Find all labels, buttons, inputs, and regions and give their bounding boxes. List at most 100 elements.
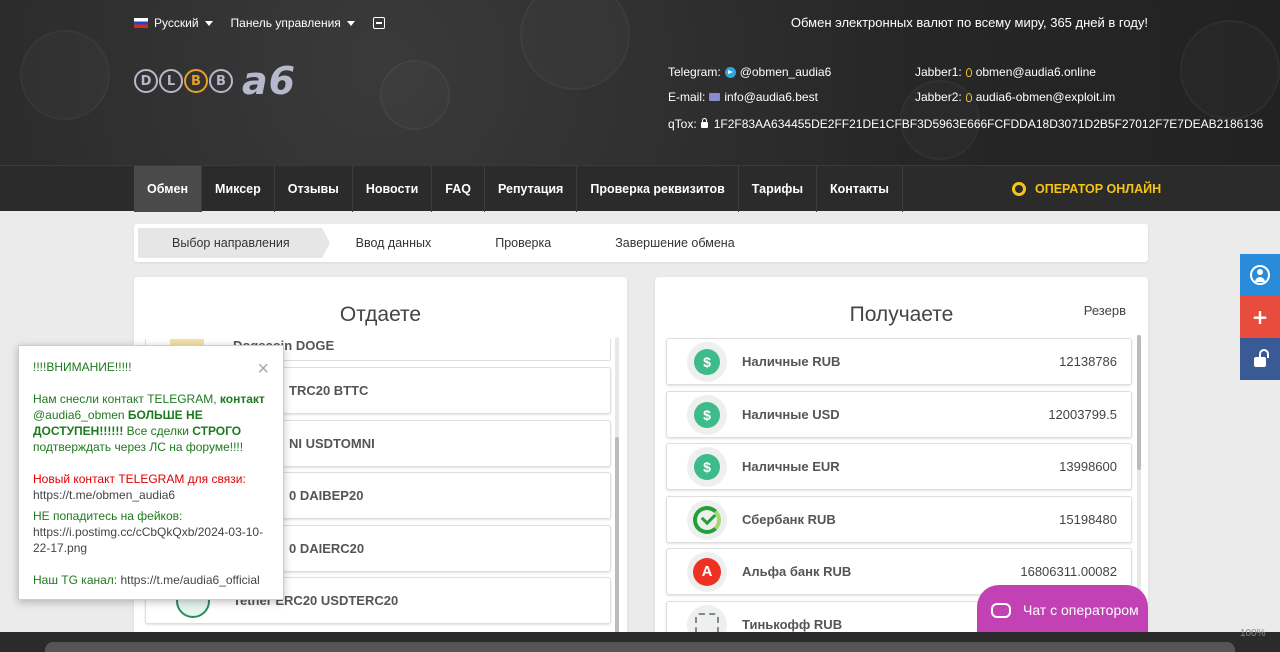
channel-link[interactable]: https://t.me/audia6_official xyxy=(120,573,259,587)
logo-text: a6 xyxy=(242,59,297,103)
site-slogan: Обмен электронных валют по всему миру, 3… xyxy=(790,15,1148,30)
close-icon[interactable]: × xyxy=(257,359,269,379)
add-user-icon: + xyxy=(1251,305,1269,329)
site-header: Русский Панель управления Обмен электрон… xyxy=(0,0,1280,165)
give-item-label: 0 DAIERC20 xyxy=(289,541,365,556)
fake-warning-link[interactable]: https://i.postimg.cc/cCbQkQxb/2024-03-10… xyxy=(33,524,269,556)
telegram-contact: Telegram: @obmen_audia6 xyxy=(668,65,831,79)
step-choose-direction[interactable]: Выбор направления xyxy=(138,228,330,258)
user-icon xyxy=(1250,265,1270,285)
nav-item-mixer[interactable]: Миксер xyxy=(202,166,275,212)
telegram-label: Telegram: xyxy=(668,65,721,79)
qtox-value[interactable]: 1F2F83AA634455DE2FF21DE1CFBF3D5963E666FC… xyxy=(714,117,1264,131)
step-enter-data[interactable]: Ввод данных xyxy=(324,228,464,258)
nav-item-tariffs[interactable]: Тарифы xyxy=(739,166,818,212)
money-icon: $ xyxy=(694,453,720,480)
nav-item-faq[interactable]: FAQ xyxy=(432,166,485,212)
give-scroll-thumb[interactable] xyxy=(615,437,619,637)
site-logo[interactable]: D L B B a6 xyxy=(134,62,296,100)
channel-label: Наш TG канал: xyxy=(33,573,121,587)
lightbulb-icon xyxy=(965,67,972,77)
taskbar-dock xyxy=(45,642,1235,652)
unlock-icon xyxy=(1254,357,1266,367)
register-button[interactable]: + xyxy=(1240,296,1280,338)
give-item-label: 0 DAIBEP20 xyxy=(289,488,364,503)
jabber1-label: Jabber1: xyxy=(915,65,962,79)
get-item[interactable]: $ Наличные EUR 13998600 xyxy=(666,443,1132,490)
email-value[interactable]: info@audia6.best xyxy=(724,90,818,104)
get-item-label: Тинькофф RUB xyxy=(742,617,843,632)
give-item-label: NI USDTOMNI xyxy=(289,436,375,451)
nav-item-news[interactable]: Новости xyxy=(353,166,433,212)
get-item-label: Сбербанк RUB xyxy=(742,512,836,527)
channel-line: Наш TG канал: https://t.me/audia6_offici… xyxy=(33,572,269,588)
nav-item-contacts[interactable]: Контакты xyxy=(817,166,903,212)
qtox-contact: qTox: 1F2F83AA634455DE2FF21DE1CFBF3D5963… xyxy=(668,117,1263,131)
money-icon: $ xyxy=(694,401,720,428)
nav-item-verify-details[interactable]: Проверка реквизитов xyxy=(577,166,739,212)
top-bar: Русский Панель управления xyxy=(134,12,403,34)
jabber2-value[interactable]: audia6-obmen@exploit.im xyxy=(976,90,1116,104)
money-icon: $ xyxy=(694,348,720,375)
get-title: Получаете xyxy=(849,303,954,326)
chat-bubble-icon xyxy=(991,602,1011,618)
new-contact-label: Новый контакт TELEGRAM для связи: xyxy=(33,472,246,486)
control-panel-dropdown[interactable]: Панель управления xyxy=(231,16,355,30)
get-item-reserve: 15198480 xyxy=(1059,512,1117,527)
email-contact: E-mail: info@audia6.best xyxy=(668,90,818,104)
language-selector[interactable]: Русский xyxy=(134,16,213,30)
logo-letter: D xyxy=(134,69,158,93)
jabber2-label: Jabber2: xyxy=(915,90,962,104)
get-item[interactable]: $ Наличные RUB 12138786 xyxy=(666,338,1132,385)
nav-item-reviews[interactable]: Отзывы xyxy=(275,166,353,212)
get-item-label: Наличные EUR xyxy=(742,459,840,474)
mail-icon xyxy=(709,93,721,101)
minimize-icon xyxy=(372,17,385,29)
jabber2-contact: Jabber2: audia6-obmen@exploit.im xyxy=(915,90,1115,104)
operator-online-link[interactable]: ОПЕРАТОР ОНЛАЙН xyxy=(1012,166,1161,212)
qtox-label: qTox: xyxy=(668,117,697,131)
telegram-value[interactable]: @obmen_audia6 xyxy=(740,65,832,79)
unlock-button[interactable] xyxy=(1240,338,1280,380)
step-complete[interactable]: Завершение обмена xyxy=(583,228,766,258)
get-item-reserve: 12003799.5 xyxy=(1048,407,1117,422)
get-scroll-thumb[interactable] xyxy=(1137,335,1141,470)
nav-item-reputation[interactable]: Репутация xyxy=(485,166,578,212)
chat-with-operator-button[interactable]: Чат с оператором xyxy=(977,585,1148,635)
chevron-down-icon xyxy=(204,20,213,26)
sberbank-icon xyxy=(693,505,721,534)
get-item-label: Наличные USD xyxy=(742,407,840,422)
nav-item-exchange[interactable]: Обмен xyxy=(134,166,203,212)
logo-letter: L xyxy=(159,69,183,93)
russia-flag-icon xyxy=(134,18,148,28)
login-button[interactable] xyxy=(1240,254,1280,296)
language-label: Русский xyxy=(154,16,199,30)
get-item[interactable]: Сбербанк RUB 15198480 xyxy=(666,496,1132,543)
lightbulb-icon xyxy=(965,92,972,102)
give-title: Отдаете xyxy=(339,303,422,326)
get-item-reserve: 12138786 xyxy=(1059,354,1117,369)
telegram-icon xyxy=(724,66,736,78)
fake-warning-label: НЕ попадитесь на фейков: xyxy=(33,509,183,523)
email-label: E-mail: xyxy=(668,90,706,104)
alfa-icon: А xyxy=(693,557,721,586)
new-contact-link[interactable]: https://t.me/obmen_audia6 xyxy=(33,487,269,503)
get-item[interactable]: $ Наличные USD 12003799.5 xyxy=(666,391,1132,438)
jabber1-value[interactable]: obmen@audia6.online xyxy=(976,65,1096,79)
chat-label: Чат с оператором xyxy=(1023,602,1139,618)
get-item-reserve: 13998600 xyxy=(1059,459,1117,474)
lock-icon xyxy=(700,118,708,128)
operator-online-label: ОПЕРАТОР ОНЛАЙН xyxy=(1035,182,1162,196)
control-panel-label: Панель управления xyxy=(230,16,341,30)
warning-text: Нам снесли контакт TELEGRAM, контакт @au… xyxy=(33,392,265,454)
exchange-steps: Выбор направления Ввод данных Проверка З… xyxy=(134,224,1148,262)
warning-popup: × !!!!ВНИМАНИЕ!!!!! Нам снесли контакт T… xyxy=(18,345,284,600)
get-item-label: Наличные RUB xyxy=(742,354,841,369)
step-check[interactable]: Проверка xyxy=(463,228,583,258)
jabber1-contact: Jabber1: obmen@audia6.online xyxy=(915,65,1096,79)
warning-heading: !!!!ВНИМАНИЕ!!!!! xyxy=(33,360,132,374)
logo-letter: B xyxy=(184,69,208,93)
minimize-button[interactable] xyxy=(372,17,385,29)
main-nav: Обмен Миксер Отзывы Новости FAQ Репутаци… xyxy=(0,165,1280,212)
get-item-label: Альфа банк RUB xyxy=(742,564,852,579)
